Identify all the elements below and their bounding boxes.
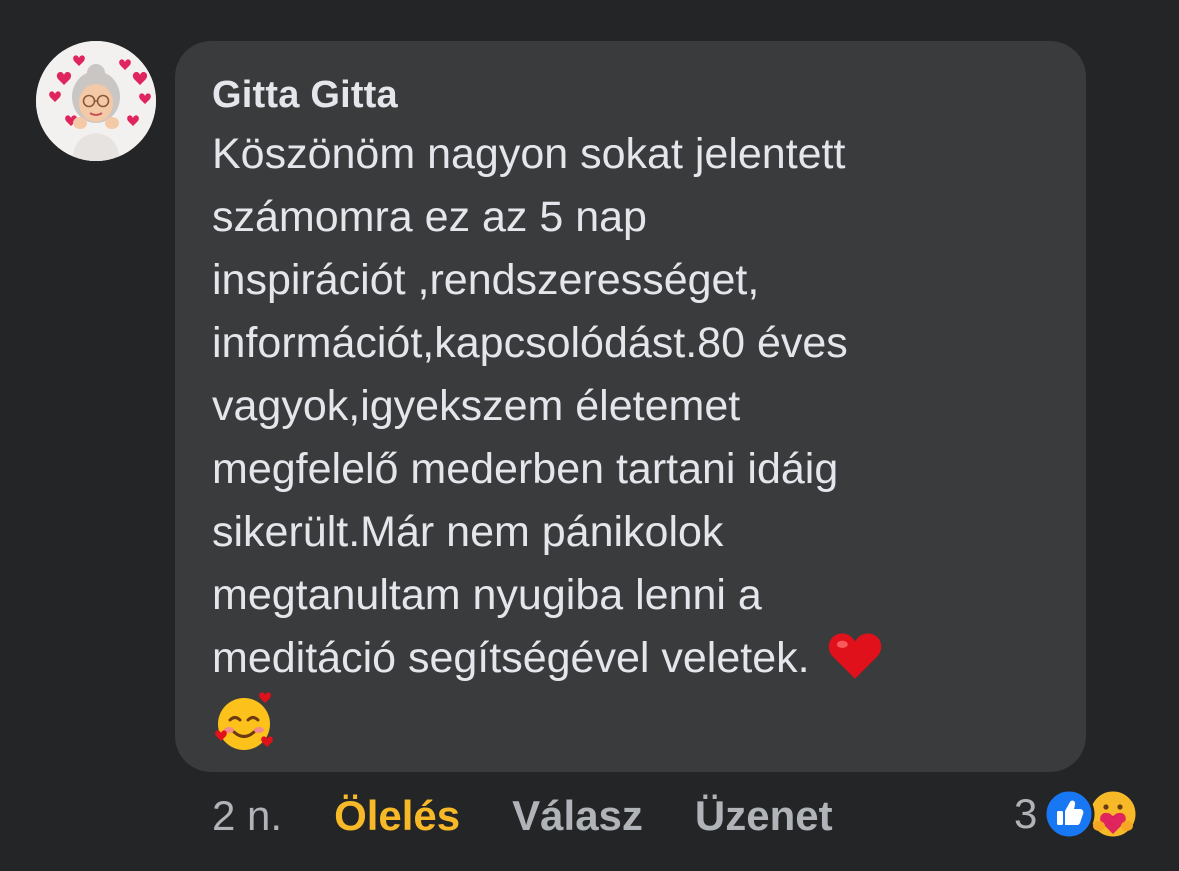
comment-line-emoji <box>212 690 1062 756</box>
comment-line-text: meditáció segítségével veletek. <box>212 634 810 682</box>
comment-text: Köszönöm nagyon sokat jelentett számomra… <box>212 123 1062 756</box>
reaction-count: 3 <box>1014 790 1038 837</box>
comment-line: inspirációt ,rendszerességet, <box>212 256 760 304</box>
message-button[interactable]: Üzenet <box>695 792 833 840</box>
comment-line: megtanultam nyugiba lenni a <box>212 571 762 619</box>
smiling-face-with-hearts-icon <box>215 692 273 750</box>
comment-actions: 2 n. Ölelés Válasz Üzenet <box>212 786 833 846</box>
comment-bubble: Gitta Gitta Köszönöm nagyon sokat jelent… <box>175 41 1086 772</box>
comment-screen: Gitta Gitta Köszönöm nagyon sokat jelent… <box>0 0 1179 871</box>
comment-line: számomra ez az 5 nap <box>212 193 647 241</box>
comment-author[interactable]: Gitta Gitta <box>212 69 1050 121</box>
comment-line: vagyok,igyekszem életemet <box>212 382 741 430</box>
red-heart-icon <box>828 633 881 679</box>
reply-button[interactable]: Válasz <box>512 792 643 840</box>
comment-timestamp[interactable]: 2 n. <box>212 792 282 840</box>
like-icon <box>1043 788 1095 840</box>
reaction-summary[interactable]: 3 <box>1014 784 1139 844</box>
comment-line: információt,kapcsolódást.80 éves <box>212 319 848 367</box>
hug-reaction-button[interactable]: Ölelés <box>334 792 460 840</box>
comment-line-last: meditáció segítségével veletek. <box>212 627 1062 690</box>
comment-line: megfelelő mederben tartani idáig <box>212 445 839 493</box>
comment-line: sikerült.Már nem pánikolok <box>212 508 724 556</box>
comment-line: Köszönöm nagyon sokat jelentett <box>212 130 846 178</box>
avatar-image <box>36 41 156 161</box>
avatar[interactable] <box>36 41 156 161</box>
